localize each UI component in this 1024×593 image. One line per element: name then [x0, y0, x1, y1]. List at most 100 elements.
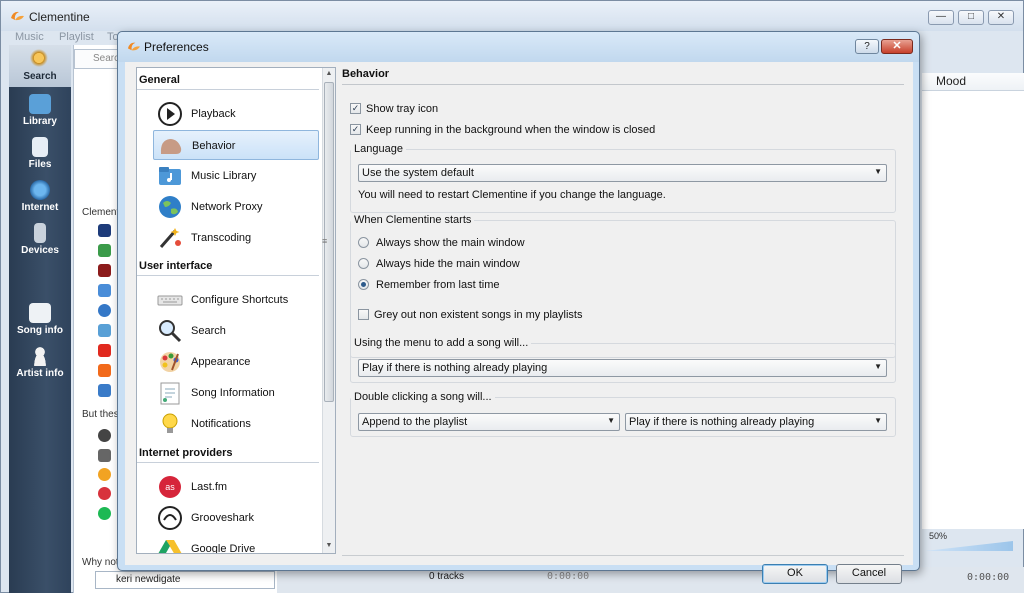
sidebar-item-library[interactable]: Library [9, 90, 71, 132]
preferences-dialog: Preferences ? ✕ General Playback Behavio… [117, 31, 920, 584]
nav-item-google-drive[interactable]: Google Drive [153, 534, 319, 554]
nav-item-song-information[interactable]: Song Information [153, 378, 319, 408]
nav-item-label: Last.fm [191, 481, 228, 493]
nav-item-label: Song Information [191, 387, 275, 399]
nav-item-notifications[interactable]: Notifications [153, 409, 319, 439]
sidebar-label: Song info [16, 325, 64, 336]
help-button[interactable]: ? [855, 39, 879, 54]
sidebar-item-song-info[interactable]: Song info [9, 299, 71, 341]
dialog-body: General Playback Behavior Music Library … [125, 62, 913, 584]
nav-item-configure-shortcuts[interactable]: Configure Shortcuts [153, 285, 319, 315]
language-select[interactable]: Use the system default ▼ [358, 164, 887, 182]
lightbulb-icon [162, 413, 178, 433]
di-icon [98, 224, 111, 237]
volume-label: 50% [929, 531, 948, 541]
radio-always-hide[interactable]: Always hide the main window [358, 257, 520, 272]
search-input[interactable]: Searc [74, 49, 120, 69]
nav-item-playback[interactable]: Playback [153, 99, 319, 129]
magnifier-icon [159, 320, 182, 343]
nav-item-appearance[interactable]: Appearance [153, 347, 319, 377]
nav-item-lastfm[interactable]: as Last.fm [153, 472, 319, 502]
sidebar-label: Internet [21, 202, 59, 213]
main-titlebar: Clementine — □ ✕ [1, 1, 1023, 31]
playlist-area [922, 91, 1024, 529]
restore-button[interactable]: □ [958, 10, 984, 25]
checkbox-unchecked-icon [358, 308, 369, 320]
dialog-close-button[interactable]: ✕ [881, 39, 913, 54]
double-click-group-label: Double clicking a song will... [351, 391, 495, 403]
nav-group-internet-providers: Internet providers [139, 447, 233, 459]
keyword-input[interactable]: keri newdigate [95, 571, 275, 589]
device-icon [34, 223, 46, 243]
nav-item-label: Appearance [191, 356, 251, 368]
scroll-up-arrow-icon[interactable]: ▲ [325, 70, 333, 77]
sidebar-label: Files [28, 159, 52, 170]
radio-selected-icon [358, 278, 369, 290]
keep-running-checkbox[interactable]: ✓ Keep running in the background when the… [350, 123, 655, 138]
radio-remember-last[interactable]: Remember from last time [358, 278, 500, 293]
pane-title-rule [342, 84, 904, 85]
scroll-down-arrow-icon[interactable]: ▼ [325, 542, 333, 549]
sidebar-label: Search [23, 71, 57, 82]
nav-group-general: General [139, 74, 180, 86]
sidebar-item-internet[interactable]: Internet [9, 176, 71, 218]
show-tray-icon-checkbox[interactable]: ✓ Show tray icon [350, 102, 439, 117]
nav-item-label: Playback [191, 108, 236, 120]
nav-item-music-library[interactable]: Music Library [153, 161, 319, 191]
nav-item-behavior[interactable]: Behavior [153, 130, 319, 160]
nav-item-search[interactable]: Search [153, 316, 319, 346]
nav-item-transcoding[interactable]: Transcoding [153, 223, 319, 253]
menu-add-select[interactable]: Play if there is nothing already playing… [358, 359, 887, 377]
chevron-down-icon: ▼ [607, 416, 615, 425]
checkbox-label: Show tray icon [366, 103, 439, 115]
settings-nav-list: General Playback Behavior Music Library … [136, 67, 336, 554]
radio-icon [358, 257, 369, 269]
double-click-action-select[interactable]: Append to the playlist ▼ [358, 413, 620, 431]
folder-music-icon [159, 167, 181, 185]
nav-divider [137, 89, 319, 90]
nav-scrollbar[interactable]: ▲ ▼ [322, 68, 335, 553]
nav-item-network-proxy[interactable]: Network Proxy [153, 192, 319, 222]
splitter-handle-icon[interactable]: ≡ [322, 236, 327, 246]
minimize-button[interactable]: — [928, 10, 954, 25]
radio-label: Always show the main window [376, 237, 525, 249]
chevron-down-icon: ▼ [874, 362, 882, 371]
language-select-value: Use the system default [362, 167, 474, 179]
column-header-mood[interactable]: Mood [922, 73, 1024, 91]
sidebar-item-artist-info[interactable]: Artist info [9, 342, 71, 384]
nav-item-label: Google Drive [191, 543, 256, 554]
service-icon [98, 384, 111, 397]
radio-label: Remember from last time [376, 279, 500, 291]
double-click-play-select[interactable]: Play if there is nothing already playing… [625, 413, 887, 431]
ok-button[interactable]: OK [762, 564, 828, 584]
grey-out-checkbox[interactable]: Grey out non existent songs in my playli… [358, 308, 583, 323]
startup-group-label: When Clementine starts [351, 214, 475, 226]
nav-divider [137, 462, 319, 463]
nav-item-grooveshark[interactable]: Grooveshark [153, 503, 319, 533]
panel-secondary-text: But thes [82, 409, 119, 420]
close-window-button[interactable]: ✕ [988, 10, 1014, 25]
nav-item-label: Configure Shortcuts [191, 294, 289, 306]
menu-music[interactable]: Music [15, 31, 44, 43]
sidebar-item-files[interactable]: Files [9, 133, 71, 175]
search-icon [29, 49, 51, 69]
cancel-button[interactable]: Cancel [836, 564, 902, 584]
lastfm-icon [98, 487, 111, 500]
checkbox-checked-icon: ✓ [350, 123, 361, 135]
volume-slider[interactable] [925, 541, 1013, 551]
clementine-logo-icon [127, 42, 140, 51]
menu-playlist[interactable]: Playlist [59, 31, 94, 43]
double-click-play-value: Play if there is nothing already playing [629, 416, 815, 428]
nav-item-label: Behavior [192, 140, 236, 152]
language-restart-note: You will need to restart Clementine if y… [358, 189, 666, 201]
checkbox-label: Grey out non existent songs in my playli… [374, 309, 583, 321]
checkbox-checked-icon: ✓ [350, 102, 361, 114]
song-info-icon [160, 382, 180, 405]
svg-text:as: as [165, 482, 175, 492]
service-icon [98, 324, 111, 337]
radio-always-show[interactable]: Always show the main window [358, 236, 525, 251]
service-icon [98, 468, 111, 481]
sidebar-item-search[interactable]: Search [9, 45, 71, 87]
sidebar-item-devices[interactable]: Devices [9, 219, 71, 261]
nav-item-label: Music Library [191, 170, 257, 182]
